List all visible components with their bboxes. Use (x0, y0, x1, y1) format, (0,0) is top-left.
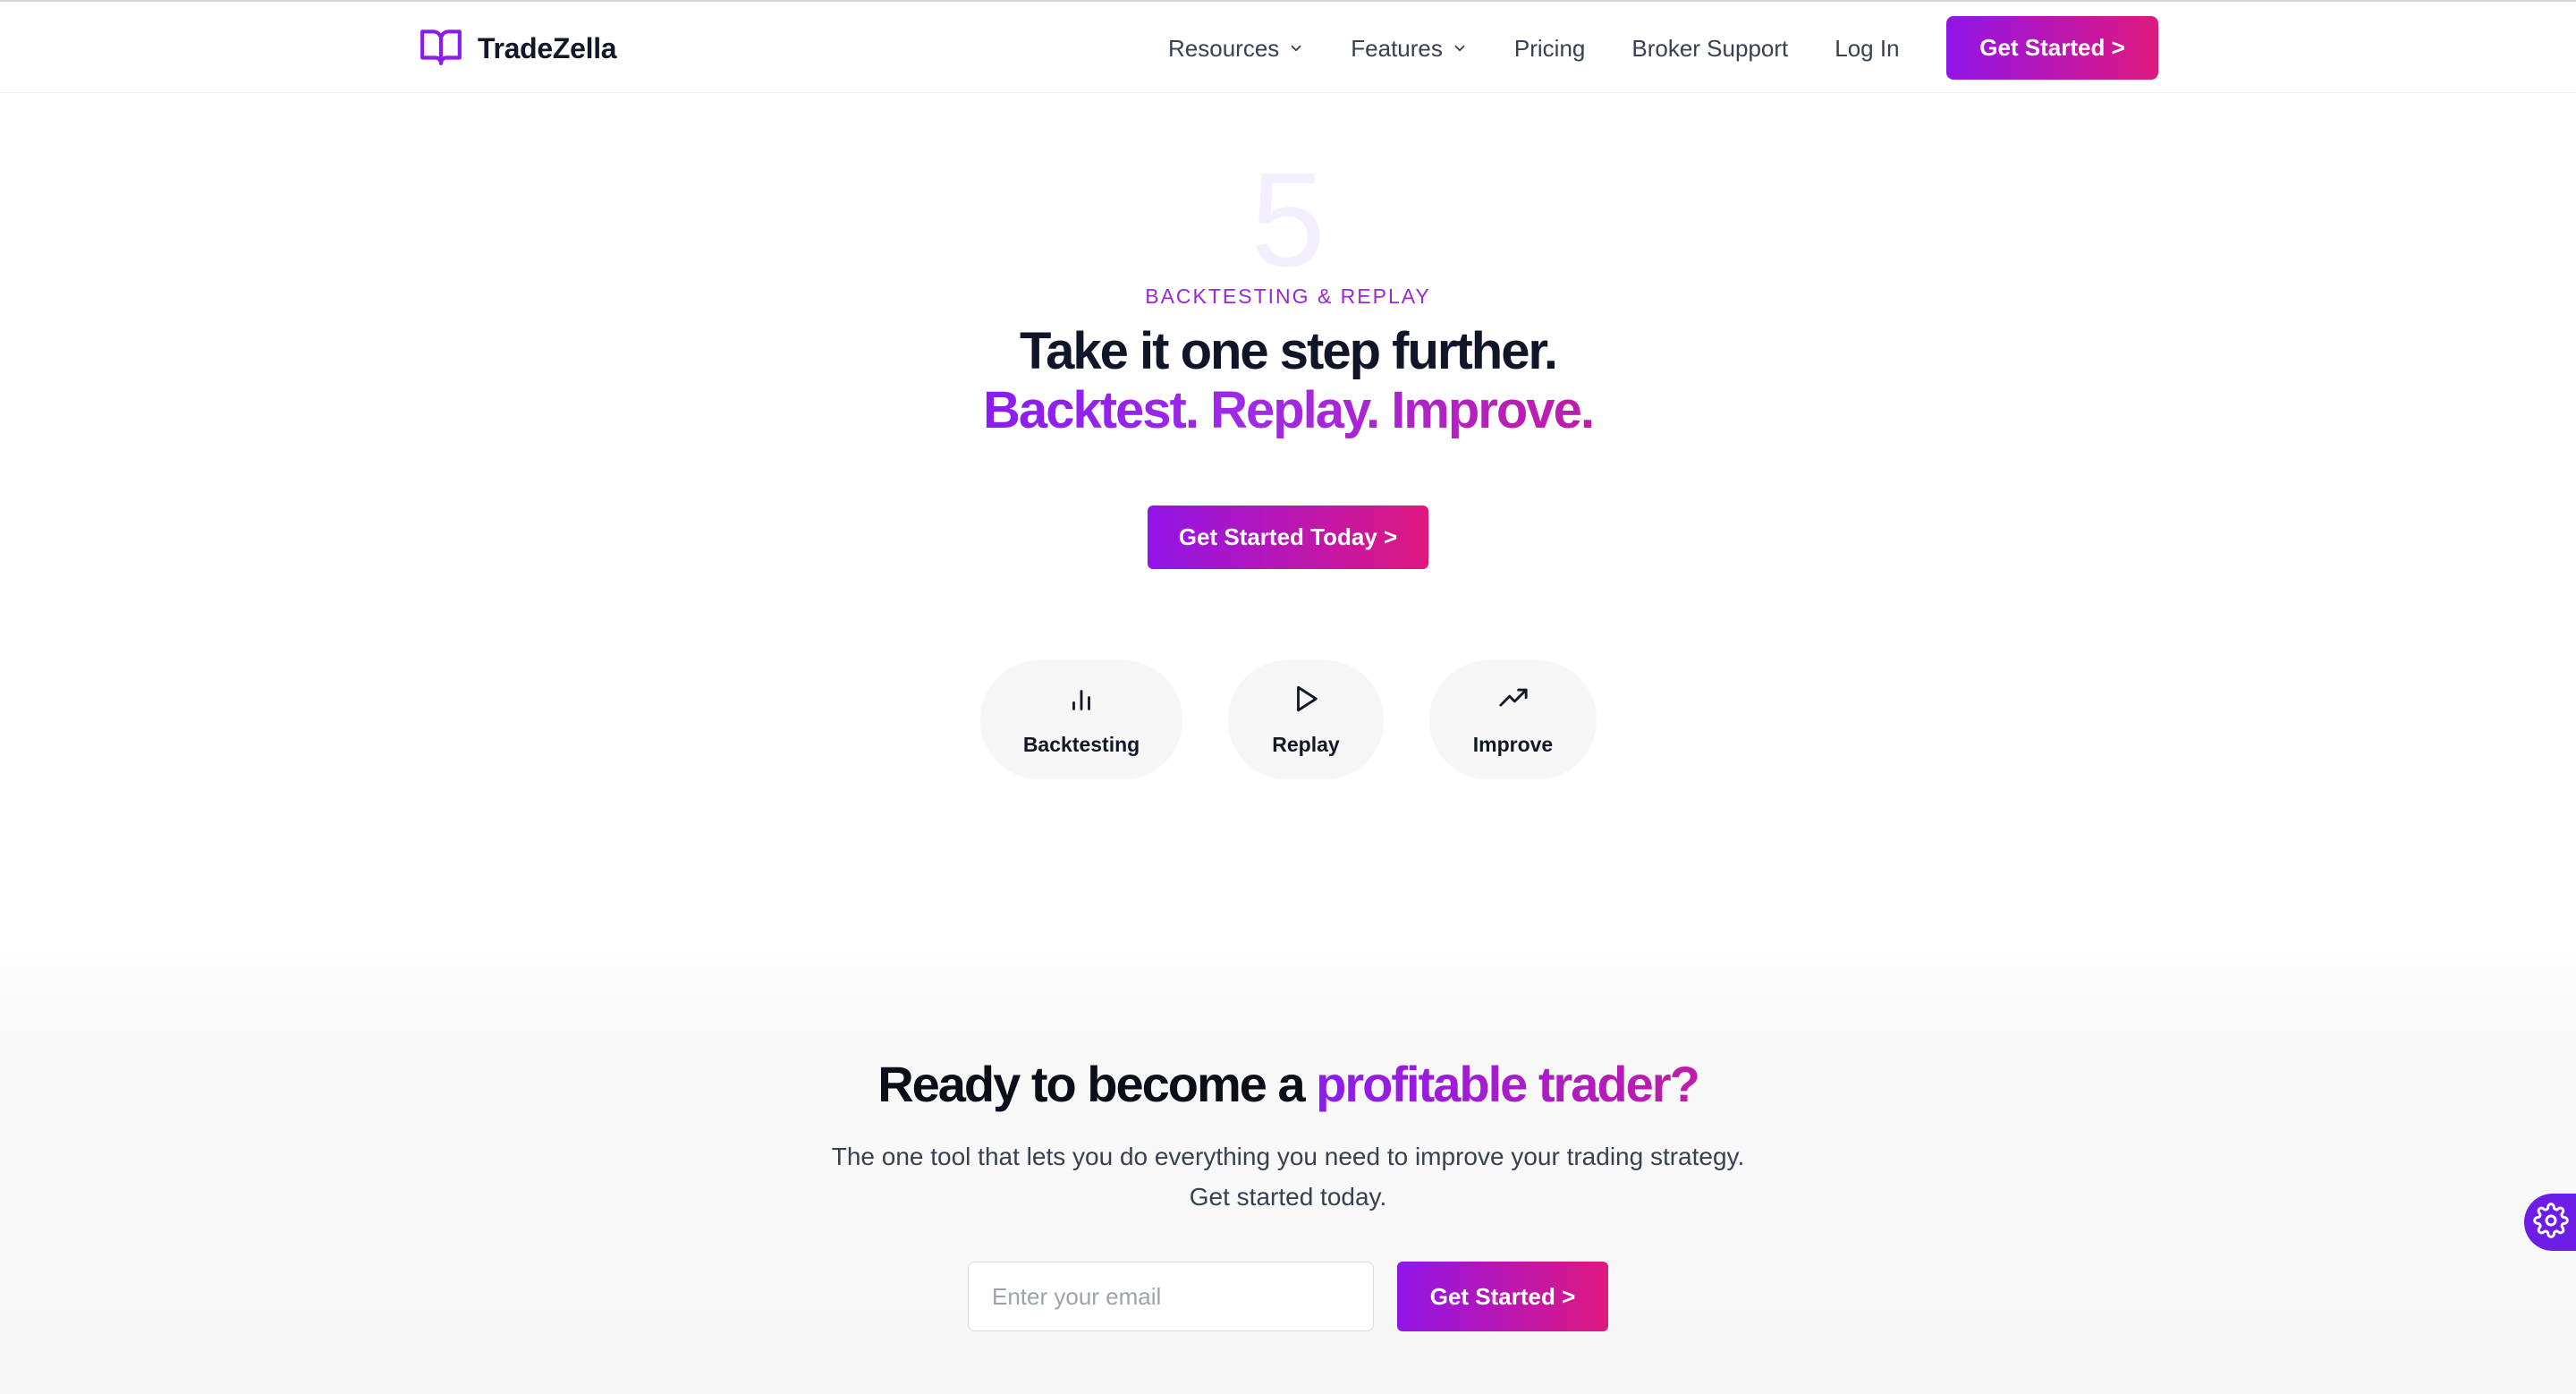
nav-links: Resources Features Pricing Broker Suppor… (1168, 29, 1946, 68)
bar-chart-icon (1066, 684, 1097, 718)
nav-item-features[interactable]: Features (1351, 35, 1468, 63)
signup-description-line: Get started today. (1189, 1183, 1387, 1211)
floating-settings-button[interactable] (2524, 1194, 2576, 1251)
nav-item-pricing[interactable]: Pricing (1514, 35, 1585, 63)
hero-title: Take it one step further. (1020, 322, 1558, 380)
signup-title-accent: profitable trader? (1316, 1056, 1700, 1112)
email-input[interactable] (968, 1262, 1374, 1331)
nav-item-label: Log In (1835, 34, 1900, 62)
book-open-icon (419, 26, 463, 72)
signup-description-line: The one tool that lets you do everything… (831, 1143, 1745, 1170)
feature-pill-improve[interactable]: Improve (1429, 660, 1597, 779)
feature-pill-label: Backtesting (1022, 732, 1140, 756)
hero-subtitle: Backtest. Replay. Improve. (0, 379, 2576, 442)
chevron-down-icon (1291, 45, 1301, 52)
feature-pill-replay[interactable]: Replay (1228, 660, 1384, 779)
get-started-button[interactable]: Get Started > (1946, 16, 2158, 80)
nav-item-label: Resources (1168, 34, 1280, 62)
nav-item-broker-support[interactable]: Broker Support (1631, 35, 1788, 63)
get-started-today-button[interactable]: Get Started Today > (1148, 506, 1428, 569)
nav-item-resources[interactable]: Resources (1168, 35, 1304, 63)
nav-item-label: Features (1351, 34, 1443, 62)
nav-item-label: Broker Support (1631, 34, 1789, 62)
hero-subtitle-text: Backtest. Replay. Improve. (983, 381, 1595, 439)
signup-title: Ready to become a profitable trader? (0, 1052, 2576, 1117)
feature-pill-label: Improve (1472, 732, 1554, 756)
brand-logo[interactable]: TradeZella (419, 26, 617, 72)
gear-icon (2533, 1202, 2569, 1243)
section-eyebrow: BACKTESTING & REPLAY (1145, 285, 1431, 308)
signup-get-started-button[interactable]: Get Started > (1397, 1262, 1608, 1331)
trending-up-icon (1498, 684, 1529, 718)
nav-item-label: Pricing (1513, 34, 1586, 62)
signup-title-prefix: Ready to become a (877, 1056, 1317, 1112)
navbar: TradeZella Resources Features Pricing Br… (0, 2, 2576, 93)
feature-pill-label: Replay (1272, 732, 1340, 756)
nav-item-log-in[interactable]: Log In (1835, 35, 1899, 63)
play-icon (1291, 684, 1321, 718)
signup-description: The one tool that lets you do everything… (0, 1136, 2576, 1217)
feature-pill-backtesting[interactable]: Backtesting (980, 660, 1182, 779)
brand-name: TradeZella (478, 31, 617, 64)
chevron-down-icon (1454, 45, 1465, 52)
step-number: 5 (1250, 144, 1326, 294)
